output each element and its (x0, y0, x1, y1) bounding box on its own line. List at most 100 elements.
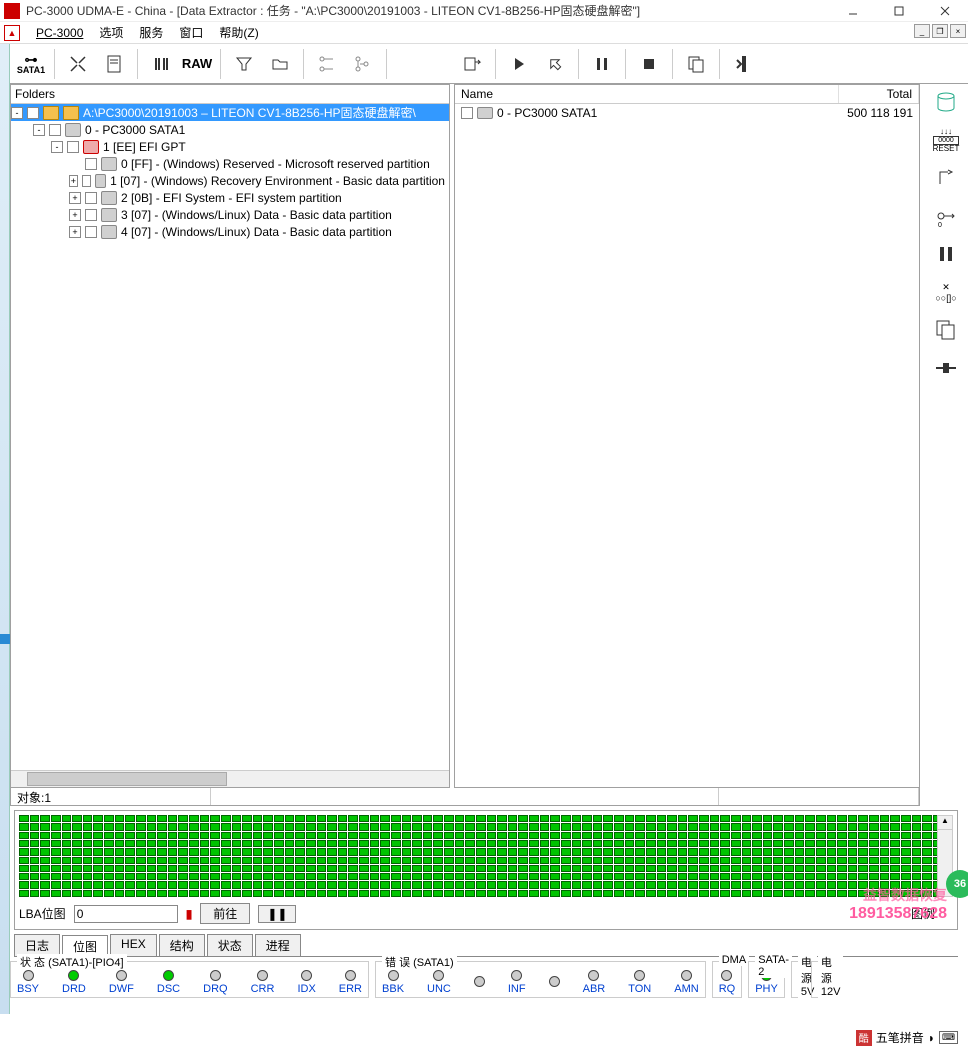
tree-item[interactable]: +1 [07] - (Windows) Recovery Environment… (11, 172, 449, 189)
blockmap-panel: ▲ LBA位图 ▮ 前往 ❚❚ 图例 益智数据恢复 18913587628 (14, 810, 958, 930)
mdi-minimize[interactable]: _ (914, 24, 930, 38)
led-INF (511, 970, 522, 981)
drive-icon (83, 140, 99, 154)
sleep-icon[interactable]: 0 (930, 202, 962, 230)
tree-item[interactable]: -0 - PC3000 SATA1 (11, 121, 449, 138)
filter-button[interactable] (227, 47, 261, 81)
title-bar: PC-3000 UDMA-E - China - [Data Extractor… (0, 0, 968, 22)
report-button[interactable] (97, 47, 131, 81)
export-button[interactable] (455, 47, 489, 81)
stop-button[interactable] (632, 47, 666, 81)
led-IDX (301, 970, 312, 981)
tree-item[interactable]: -1 [EE] EFI GPT (11, 138, 449, 155)
goto-button[interactable]: 前往 (200, 903, 250, 924)
status-group: 电源 5V (791, 961, 805, 998)
bracket-icon[interactable]: ✕○○[]○ (930, 278, 962, 306)
float-badge[interactable]: 36 (946, 870, 968, 898)
tree-h-scrollbar[interactable] (11, 770, 449, 787)
led-DWF (116, 970, 127, 981)
menu-pc3000[interactable]: PC-3000 (28, 24, 91, 42)
db-icon[interactable] (930, 88, 962, 116)
tab-进程[interactable]: 进程 (255, 934, 301, 956)
ime-moon-icon: ◗ (928, 1031, 935, 1045)
search-button[interactable] (144, 47, 178, 81)
menu-window[interactable]: 窗口 (171, 22, 211, 43)
led-BBK (388, 970, 399, 981)
led-BSY (23, 970, 34, 981)
led-label: INF (508, 983, 526, 995)
raw-button[interactable]: RAW (180, 47, 214, 81)
standby-icon[interactable] (930, 164, 962, 192)
tree-item[interactable]: +4 [07] - (Windows/Linux) Data - Basic d… (11, 223, 449, 240)
led-label: BBK (382, 983, 404, 995)
list-body[interactable]: 0 - PC3000 SATA1500 118 191 (455, 104, 919, 787)
mdi-restore[interactable]: ❐ (932, 24, 948, 38)
sata1-button[interactable]: ⊶SATA1 (14, 47, 48, 81)
exit-button[interactable] (726, 47, 760, 81)
drive-icon (101, 157, 117, 171)
copy2-icon[interactable] (930, 316, 962, 344)
led-label: BSY (17, 983, 39, 995)
pause2-icon[interactable] (930, 240, 962, 268)
ime-indicator[interactable]: 酷 五笔拼音 ◗ ⌨ (856, 1029, 958, 1046)
tools-button[interactable] (61, 47, 95, 81)
led-UNC (433, 970, 444, 981)
led-label: IDX (297, 983, 315, 995)
lba-input[interactable] (74, 905, 178, 923)
maximize-button[interactable] (876, 0, 922, 22)
mdi-controls: _ ❐ × (914, 24, 966, 38)
tab-日志[interactable]: 日志 (14, 934, 60, 956)
led-label: DRQ (203, 983, 227, 995)
menu-service[interactable]: 服务 (131, 22, 171, 43)
reset-icon[interactable]: ↓↓↓0000RESET (930, 126, 962, 154)
col-name[interactable]: Name (455, 85, 839, 103)
tree-item[interactable]: +2 [0B] - EFI System - EFI system partit… (11, 189, 449, 206)
tree-item[interactable]: 0 [FF] - (Windows) Reserved - Microsoft … (11, 155, 449, 172)
led-label: TON (628, 983, 651, 995)
list-header: Name Total (455, 85, 919, 104)
play-button[interactable] (502, 47, 536, 81)
tab-结构[interactable]: 结构 (159, 934, 205, 956)
pause-map-button[interactable]: ❚❚ (258, 905, 296, 923)
status-cell-3 (719, 788, 919, 805)
close-button[interactable] (922, 0, 968, 22)
objects-count: 对象:1 (11, 788, 211, 805)
ime-keyboard-icon: ⌨ (939, 1031, 958, 1044)
status-group: 错 误 (SATA1)BBKUNCINFABRTONAMN (375, 961, 706, 998)
pause-button[interactable] (585, 47, 619, 81)
status-panel: 状 态 (SATA1)-[PIO4]BSYDRDDWFDSCDRQCRRIDXE… (10, 961, 968, 998)
led-label: AMN (674, 983, 698, 995)
led-label: CRR (251, 983, 275, 995)
folder-button[interactable] (263, 47, 297, 81)
tree-expand-button[interactable] (346, 47, 380, 81)
col-total[interactable]: Total (839, 85, 919, 103)
menu-options[interactable]: 选项 (91, 22, 131, 43)
window-title: PC-3000 UDMA-E - China - [Data Extractor… (26, 2, 830, 19)
tree-root[interactable]: -A:\PC3000\20191003 – LITEON CV1-8B256-H… (11, 104, 449, 121)
folder-tree[interactable]: -A:\PC3000\20191003 – LITEON CV1-8B256-H… (11, 104, 449, 770)
tree-item[interactable]: +3 [07] - (Windows/Linux) Data - Basic d… (11, 206, 449, 223)
tab-状态[interactable]: 状态 (207, 934, 253, 956)
tree-collapse-button[interactable] (310, 47, 344, 81)
lba-indicator: ▮ (186, 907, 193, 921)
status-group: 状 态 (SATA1)-[PIO4]BSYDRDDWFDSCDRQCRRIDXE… (10, 961, 369, 998)
list-row[interactable]: 0 - PC3000 SATA1500 118 191 (455, 104, 919, 121)
led-label: RQ (719, 983, 736, 995)
menu-bar: ▲ PC-3000 选项 服务 窗口 帮助(Z) _ ❐ × (0, 22, 968, 44)
led-ERR (345, 970, 356, 981)
menu-help[interactable]: 帮助(Z) (211, 22, 266, 43)
copy-button[interactable] (679, 47, 713, 81)
minimize-button[interactable] (830, 0, 876, 22)
status-group: DMARQ (712, 961, 743, 998)
step-button[interactable] (538, 47, 572, 81)
legend-label[interactable]: 图例 (911, 905, 935, 922)
blockmap-grid[interactable] (19, 815, 953, 897)
tab-HEX[interactable]: HEX (110, 934, 157, 956)
led-DRD (68, 970, 79, 981)
lba-label: LBA位图 (19, 905, 66, 922)
mdi-close[interactable]: × (950, 24, 966, 38)
led-label: ABR (583, 983, 606, 995)
pin-icon[interactable] (930, 354, 962, 382)
status-group: 电源 12V (811, 961, 825, 998)
led-label: DRD (62, 983, 86, 995)
